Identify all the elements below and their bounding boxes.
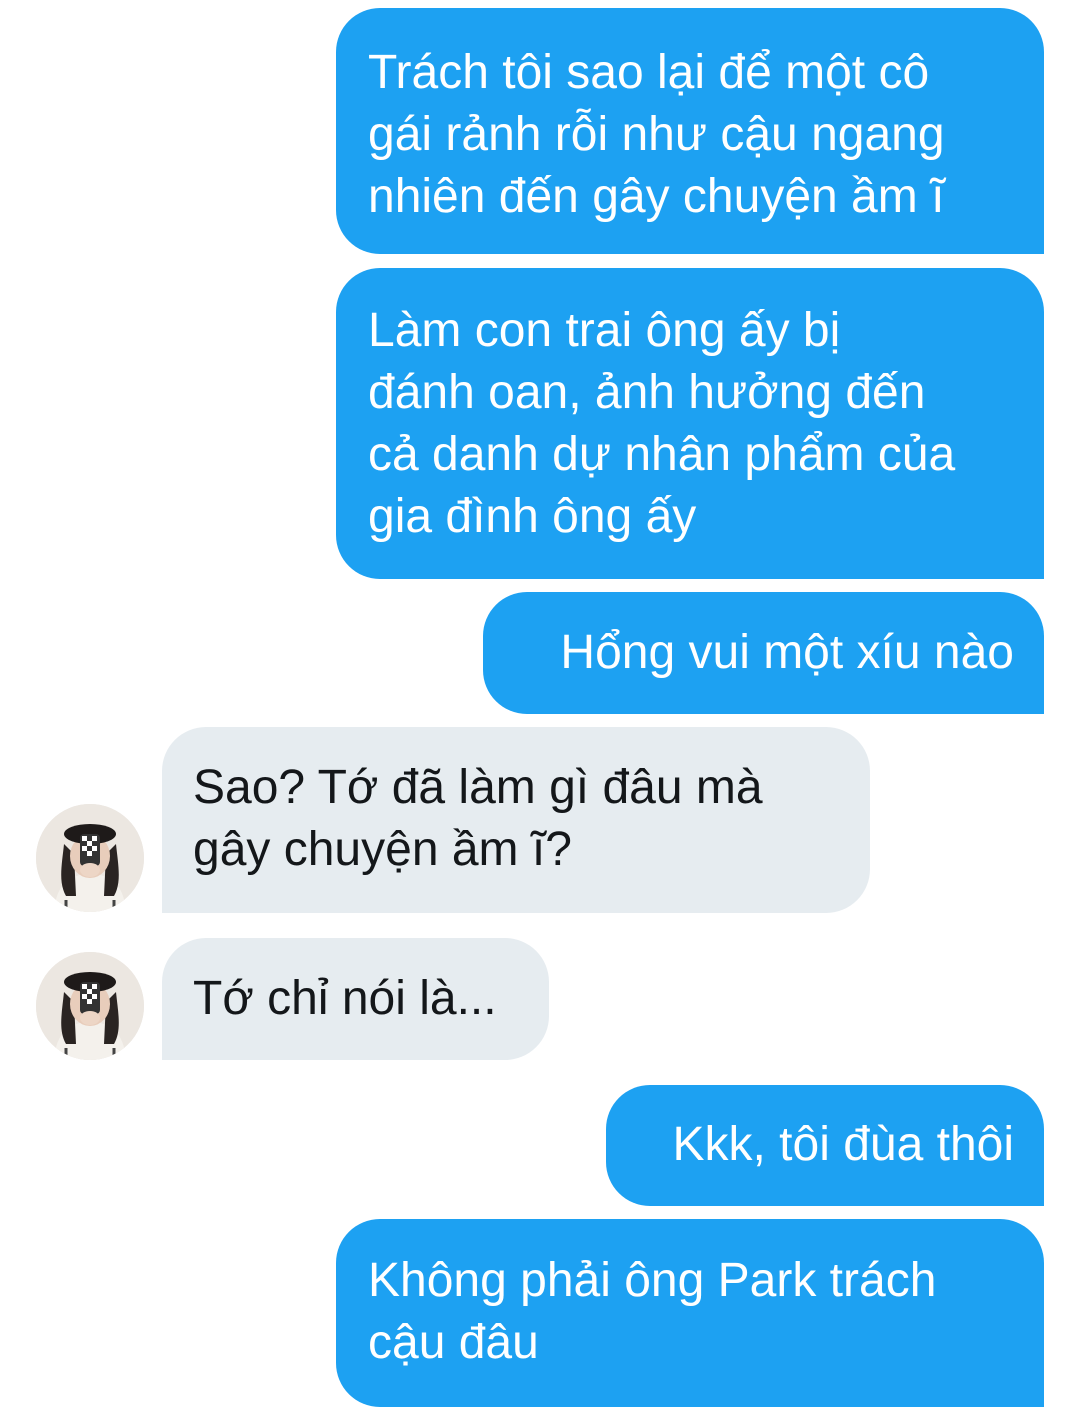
sent-message-bubble[interactable]: Trách tôi sao lại để một cô gái rảnh rỗi…	[336, 8, 1044, 254]
avatar-photo-icon	[36, 804, 144, 912]
avatar-photo-icon	[36, 952, 144, 1060]
received-message-bubble[interactable]: Tớ chỉ nói là...	[162, 938, 549, 1060]
contact-avatar[interactable]	[36, 952, 144, 1060]
contact-avatar[interactable]	[36, 804, 144, 912]
sent-message-bubble[interactable]: Kkk, tôi đùa thôi	[606, 1085, 1044, 1206]
sent-message-bubble[interactable]: Không phải ông Park trách cậu đâu	[336, 1219, 1044, 1407]
sent-message-bubble[interactable]: Hổng vui một xíu nào	[483, 592, 1044, 714]
sent-message-bubble[interactable]: Làm con trai ông ấy bị đánh oan, ảnh hưở…	[336, 268, 1044, 579]
received-message-bubble[interactable]: Sao? Tớ đã làm gì đâu mà gây chuyện ầm ĩ…	[162, 727, 870, 913]
